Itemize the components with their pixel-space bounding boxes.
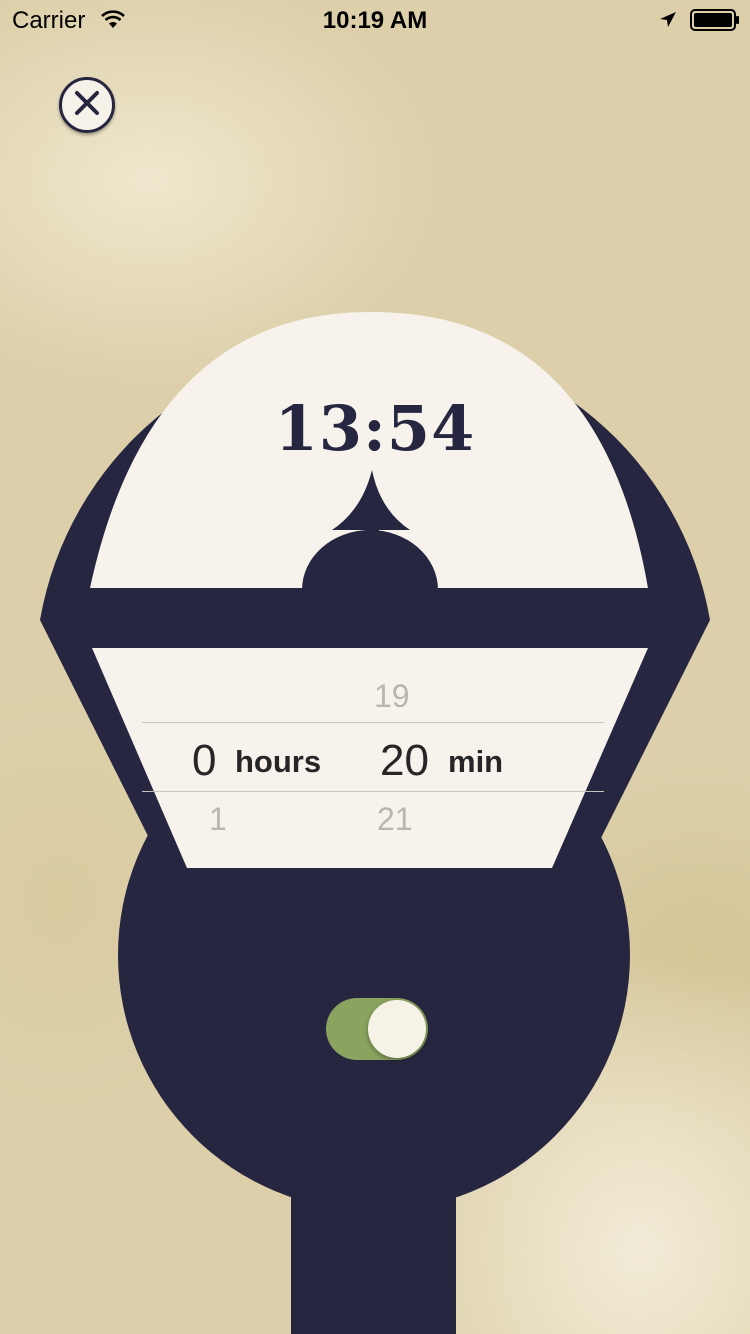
minutes-selected[interactable]: 20 bbox=[380, 736, 429, 786]
hours-option-below[interactable]: 1 bbox=[209, 801, 227, 838]
toggle-knob[interactable] bbox=[368, 1000, 426, 1058]
minutes-label: min bbox=[448, 744, 504, 779]
minutes-option-below[interactable]: 21 bbox=[377, 801, 413, 838]
hours-label: hours bbox=[235, 744, 322, 779]
hours-selected[interactable]: 0 bbox=[192, 736, 216, 786]
picker-selection-bottom-line bbox=[142, 791, 604, 792]
meter-toggle-switch[interactable] bbox=[326, 998, 428, 1060]
picker-selection-top-line bbox=[142, 722, 604, 723]
minutes-option-above[interactable]: 19 bbox=[374, 678, 410, 715]
duration-picker[interactable]: 0 hours 1 19 20 min 21 bbox=[142, 648, 608, 870]
time-remaining: 13:54 bbox=[274, 392, 476, 465]
